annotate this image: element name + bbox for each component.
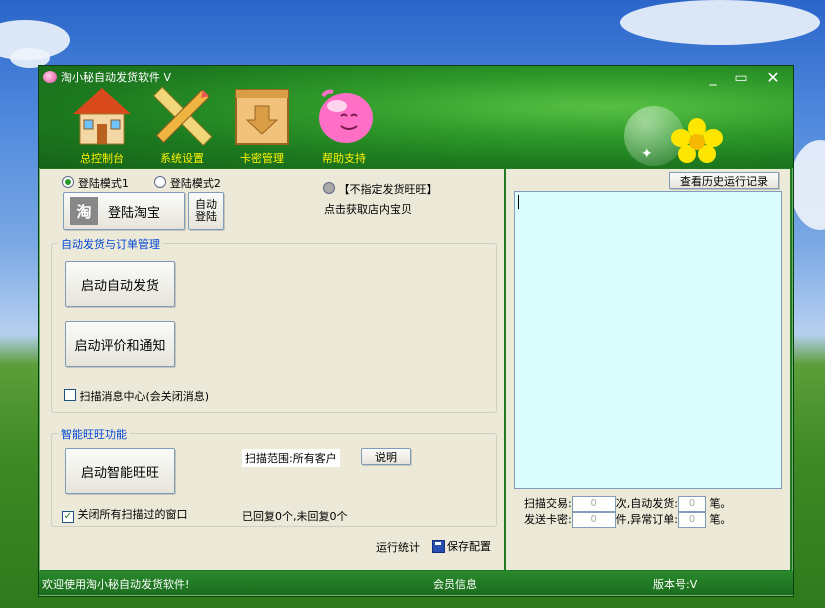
toolbar-help-label: 帮助支持 — [322, 152, 366, 165]
start-auto-ship-button[interactable]: 启动自动发货 — [65, 261, 175, 307]
maximize-button[interactable]: ▭ — [729, 69, 753, 87]
pen-unit-2: 笔。 — [709, 513, 732, 526]
history-log-button[interactable]: 查看历史运行记录 — [669, 172, 779, 189]
minimize-button[interactable]: _ — [701, 69, 725, 87]
toolbar-settings-label: 系统设置 — [160, 152, 204, 165]
welcome-text: 欢迎使用淘小秘自动发货软件! — [42, 578, 190, 591]
checkbox-checked-icon: ✓ — [62, 511, 74, 523]
scan-range-field: 扫描范围:所有客户 — [242, 449, 340, 467]
get-items-link[interactable]: 点击获取店内宝贝 — [324, 201, 412, 217]
scan-msg-center-checkbox[interactable]: 扫描消息中心(会关闭消息) — [64, 388, 209, 404]
version-text: 版本号:V — [653, 578, 698, 591]
smart-wangwang-group: 智能旺旺功能 启动智能旺旺 扫描范围:所有客户 说明 ✓ 关闭所有扫描过的窗口 … — [51, 426, 497, 527]
run-stats-link[interactable]: 运行统计 — [376, 539, 420, 555]
member-info-link[interactable]: 会员信息 — [433, 576, 477, 592]
start-smart-button[interactable]: 启动智能旺旺 — [65, 448, 175, 494]
auto-ship-group: 自动发货与订单管理 启动自动发货 启动评价和通知 扫描消息中心(会关闭消息) — [51, 236, 497, 413]
auto-login-button[interactable]: 自动 登陆 — [188, 192, 224, 230]
stats-row-1: 扫描交易: 0 次,自动发货: 0 笔。 — [524, 495, 731, 512]
radio-unselected-icon — [154, 176, 166, 188]
reply-status-text: 已回复0个,未回复0个 — [242, 510, 348, 523]
title-bar: 淘小秘自动发货软件 V — [43, 68, 171, 86]
toolbar-help[interactable]: 帮助支持 — [309, 86, 379, 166]
unspecified-wangwang-label: 【不指定发货旺旺】 — [338, 183, 438, 196]
explain-button[interactable]: 说明 — [361, 448, 411, 465]
window-title: 淘小秘自动发货软件 V — [61, 71, 172, 84]
status-bar: 欢迎使用淘小秘自动发货软件! 会员信息 版本号:V — [39, 571, 793, 595]
desktop-cloud — [790, 140, 825, 230]
pieces-unit: 件, — [615, 513, 631, 526]
floppy-disk-icon — [432, 539, 445, 553]
flower-icon — [667, 116, 727, 166]
unspecified-wangwang-radio[interactable]: 【不指定发货旺旺】 — [323, 181, 438, 197]
start-review-button[interactable]: 启动评价和通知 — [65, 321, 175, 367]
abnormal-field[interactable]: 0 — [677, 512, 706, 528]
log-panel: 查看历史运行记录 扫描交易: 0 次,自动发货: 0 笔。 发送卡密: 0 件,异常订单:… — [506, 169, 790, 570]
login-taobao-label: 登陆淘宝 — [108, 205, 161, 221]
smiley-icon — [319, 89, 373, 143]
main-panel: 登陆模式1 登陆模式2 淘 登陆淘宝 自动 登陆 【不指定发货旺旺】 点击获取店… — [40, 169, 504, 570]
run-log-area[interactable] — [514, 191, 782, 489]
auto-login-label-2: 登陆 — [195, 210, 217, 223]
toolbar-settings[interactable]: 系统设置 — [147, 86, 217, 166]
smart-wangwang-group-title: 智能旺旺功能 — [58, 426, 130, 442]
auto-ship-count-field[interactable]: 0 — [677, 496, 706, 512]
desktop-cloud — [620, 0, 820, 45]
scan-msg-center-label: 扫描消息中心(会关闭消息) — [79, 390, 210, 403]
send-card-field[interactable]: 0 — [571, 512, 616, 528]
house-icon — [73, 88, 131, 145]
auto-ship-count-label: 自动发货: — [630, 497, 678, 510]
save-config-label: 保存配置 — [447, 540, 491, 553]
login-taobao-button[interactable]: 淘 登陆淘宝 — [63, 192, 185, 230]
stats-row-2: 发送卡密: 0 件,异常订单: 0 笔。 — [524, 511, 731, 528]
abnormal-label: 异常订单: — [630, 513, 678, 526]
toolbar-cards-label: 卡密管理 — [240, 152, 284, 165]
toolbar-console[interactable]: 总控制台 — [67, 86, 137, 166]
toolbar-console-label: 总控制台 — [80, 152, 124, 165]
radio-selected-icon — [62, 176, 74, 188]
login-mode2-label: 登陆模式2 — [169, 177, 221, 190]
scan-trade-label: 扫描交易: — [524, 497, 572, 510]
toolbar-cards[interactable]: 卡密管理 — [227, 86, 297, 166]
box-icon — [235, 89, 289, 145]
sparkle-icon: ✦ — [641, 146, 653, 162]
close-windows-label: 关闭所有扫描过的窗口 — [77, 508, 188, 521]
save-config-link[interactable]: 保存配置 — [432, 538, 491, 554]
pen-unit-1: 笔。 — [709, 497, 732, 510]
login-mode1-label: 登陆模式1 — [77, 177, 129, 190]
scan-trade-field[interactable]: 0 — [571, 496, 616, 512]
text-cursor — [518, 195, 519, 209]
ruler-pencil-icon — [153, 86, 213, 146]
app-logo-icon — [43, 71, 57, 83]
login-mode1-radio[interactable]: 登陆模式1 — [62, 175, 129, 191]
taobao-logo-icon: 淘 — [70, 197, 98, 225]
close-button[interactable]: ✕ — [761, 69, 785, 87]
send-card-label: 发送卡密: — [524, 513, 572, 526]
radio-disabled-icon — [323, 182, 335, 194]
auto-ship-group-title: 自动发货与订单管理 — [58, 236, 163, 252]
times-unit: 次, — [615, 497, 631, 510]
checkbox-unchecked-icon — [64, 389, 76, 401]
app-window: ✦ 淘小秘自动发货软件 V _ ▭ ✕ 总控制台 系统设置 卡密管理 帮助支持 … — [38, 65, 794, 597]
window-header: ✦ 淘小秘自动发货软件 V _ ▭ ✕ 总控制台 系统设置 卡密管理 帮助支持 — [39, 66, 793, 168]
login-mode2-radio[interactable]: 登陆模式2 — [154, 175, 221, 191]
close-windows-checkbox[interactable]: ✓ 关闭所有扫描过的窗口 — [62, 506, 188, 523]
